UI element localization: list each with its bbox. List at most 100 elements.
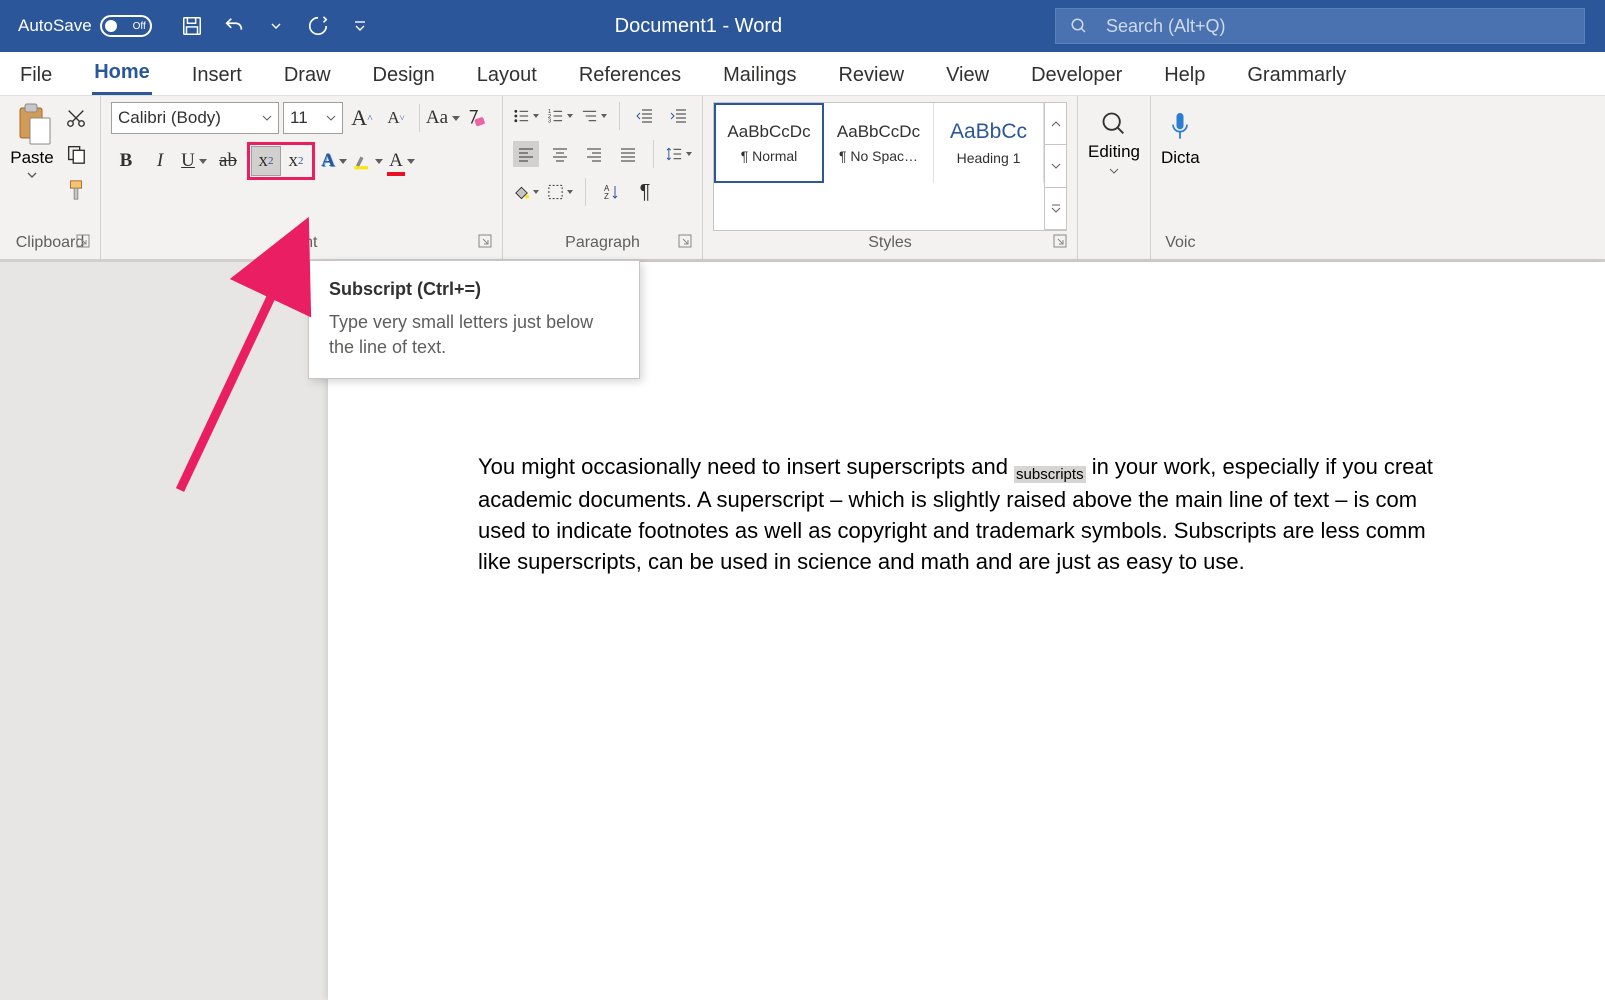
tab-view[interactable]: View (944, 56, 991, 95)
font-dialog-launcher[interactable] (478, 234, 492, 253)
tab-grammarly[interactable]: Grammarly (1245, 56, 1348, 95)
align-right-icon (585, 145, 603, 163)
style-normal[interactable]: AaBbCcDc ¶ Normal (714, 103, 824, 183)
multilevel-list-button[interactable] (581, 103, 607, 129)
chevron-down-icon (1109, 166, 1119, 176)
sort-button[interactable]: AZ (598, 179, 624, 205)
tab-help[interactable]: Help (1162, 56, 1207, 95)
paint-bucket-icon (513, 183, 530, 201)
tab-draw[interactable]: Draw (282, 56, 333, 95)
align-center-button[interactable] (547, 141, 573, 167)
tab-file[interactable]: File (18, 56, 54, 95)
paste-button[interactable]: Paste (10, 102, 54, 180)
dialog-launcher-icon (678, 234, 692, 248)
autosave-label: AutoSave (18, 16, 92, 36)
shrink-font-button[interactable]: A˅ (381, 103, 411, 133)
clipboard-icon (10, 102, 54, 146)
bold-button[interactable]: B (111, 146, 141, 176)
qat-customize-icon[interactable] (348, 14, 372, 38)
tab-design[interactable]: Design (371, 56, 437, 95)
selected-text[interactable]: subscripts (1014, 466, 1086, 483)
tab-layout[interactable]: Layout (475, 56, 539, 95)
dialog-launcher-icon (1053, 234, 1067, 248)
document-body-text[interactable]: You might occasionally need to insert su… (478, 452, 1578, 578)
show-paragraph-marks-button[interactable]: ¶ (632, 179, 658, 205)
subscript-button[interactable]: x2 (251, 146, 281, 176)
paragraph-group-label: Paragraph (565, 234, 640, 252)
clipboard-group-label: Clipboard (16, 234, 84, 252)
undo-dropdown-icon[interactable] (264, 14, 288, 38)
styles-group-label: Styles (868, 234, 912, 252)
tab-references[interactable]: References (577, 56, 683, 95)
tab-review[interactable]: Review (836, 56, 906, 95)
bullets-icon (513, 107, 530, 125)
dialog-launcher-icon (76, 234, 90, 248)
undo-button[interactable] (222, 14, 246, 38)
search-icon (1070, 17, 1088, 35)
justify-button[interactable] (615, 141, 641, 167)
decrease-indent-button[interactable] (632, 103, 658, 129)
autosave-toggle[interactable]: AutoSave Off (0, 15, 170, 37)
styles-dialog-launcher[interactable] (1053, 234, 1067, 253)
highlight-button[interactable] (353, 146, 383, 176)
voice-group-label: Voic (1165, 234, 1195, 252)
italic-button[interactable]: I (145, 146, 175, 176)
title-bar: AutoSave Off Document1 - Word Search (Al… (0, 0, 1605, 52)
increase-indent-button[interactable] (666, 103, 692, 129)
quick-access-toolbar (170, 14, 382, 38)
find-button[interactable]: Editing (1088, 102, 1140, 176)
tab-developer[interactable]: Developer (1029, 56, 1124, 95)
search-input[interactable]: Search (Alt+Q) (1055, 8, 1585, 44)
save-icon[interactable] (180, 14, 204, 38)
copy-button[interactable] (62, 140, 90, 168)
superscript-button[interactable]: x2 (281, 146, 311, 176)
font-name-combo[interactable]: Calibri (Body) (111, 102, 279, 134)
text-effects-button[interactable]: A (319, 146, 349, 176)
group-editing: Editing (1078, 96, 1151, 259)
tab-insert[interactable]: Insert (190, 56, 244, 95)
line-spacing-button[interactable] (666, 141, 692, 167)
group-paragraph: 123 AZ ¶ Paragra (503, 96, 703, 259)
numbering-icon: 123 (547, 107, 564, 125)
redo-button[interactable] (306, 14, 330, 38)
styles-expand[interactable] (1045, 188, 1066, 230)
style-heading-1[interactable]: AaBbCc Heading 1 (934, 103, 1044, 183)
tab-home[interactable]: Home (92, 53, 152, 95)
strikethrough-button[interactable]: ab (213, 146, 243, 176)
subscript-superscript-highlight: x2 x2 (247, 142, 315, 180)
ribbon: Paste Clipboard (0, 96, 1605, 262)
dictate-button[interactable]: Dicta (1161, 102, 1200, 168)
group-voice: Dicta Voic (1151, 96, 1210, 259)
format-painter-button[interactable] (62, 176, 90, 204)
borders-icon (547, 183, 564, 201)
font-size-combo[interactable]: 11 (283, 102, 343, 134)
change-case-button[interactable]: Aa (428, 103, 458, 133)
ribbon-tabs: File Home Insert Draw Design Layout Refe… (0, 52, 1605, 96)
paragraph-dialog-launcher[interactable] (678, 234, 692, 253)
magnifier-icon (1100, 110, 1128, 138)
grow-font-button[interactable]: A˄ (347, 103, 377, 133)
borders-button[interactable] (547, 179, 573, 205)
group-styles: AaBbCcDc ¶ Normal AaBbCcDc ¶ No Spac… Aa… (703, 96, 1078, 259)
font-color-button[interactable]: A (387, 146, 417, 176)
group-font: Calibri (Body) 11 A˄ A˅ Aa B I U (101, 96, 503, 259)
highlighter-icon (353, 151, 371, 171)
svg-text:Z: Z (604, 192, 609, 201)
clipboard-dialog-launcher[interactable] (76, 234, 90, 253)
document-title: Document1 - Word (382, 15, 1055, 38)
numbering-button[interactable]: 123 (547, 103, 573, 129)
align-left-button[interactable] (513, 141, 539, 167)
align-right-button[interactable] (581, 141, 607, 167)
cut-button[interactable] (62, 104, 90, 132)
tab-mailings[interactable]: Mailings (721, 56, 798, 95)
shading-button[interactable] (513, 179, 539, 205)
autosave-switch[interactable]: Off (100, 15, 152, 37)
styles-scroll-down[interactable] (1045, 145, 1066, 187)
bullets-button[interactable] (513, 103, 539, 129)
chevron-down-icon (1051, 161, 1061, 171)
style-no-spacing[interactable]: AaBbCcDc ¶ No Spac… (824, 103, 934, 183)
styles-scroll-up[interactable] (1045, 103, 1066, 145)
clear-formatting-button[interactable] (462, 103, 492, 133)
line-spacing-icon (666, 145, 683, 163)
underline-button[interactable]: U (179, 146, 209, 176)
